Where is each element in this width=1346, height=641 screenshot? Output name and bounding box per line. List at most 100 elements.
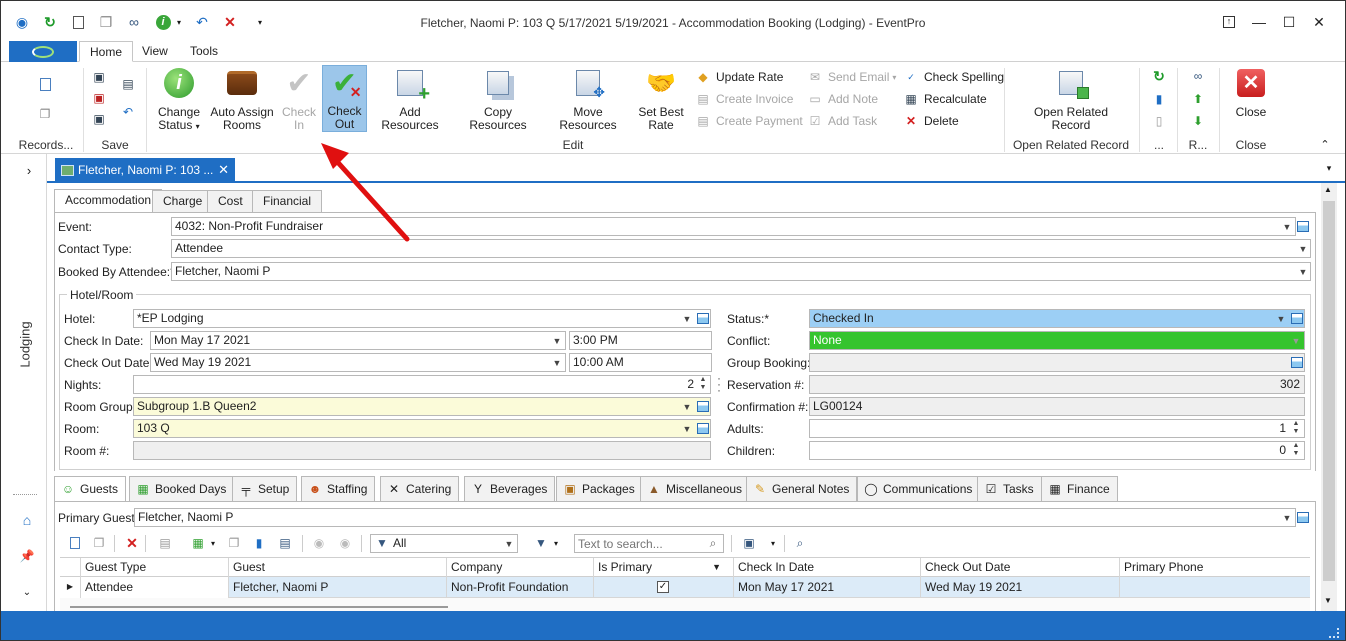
chevron-down-icon[interactable]: ▼ xyxy=(1274,310,1288,327)
horizontal-scrollbar-thumb[interactable] xyxy=(70,606,448,608)
create-invoice-button[interactable]: ▤ Create Invoice xyxy=(695,90,793,108)
close-button[interactable]: ✕ Close xyxy=(1227,66,1275,119)
room-field[interactable]: 103 Q xyxy=(133,419,711,438)
tab-tools[interactable]: Tools xyxy=(180,41,228,62)
lookup-icon[interactable] xyxy=(1289,310,1305,327)
tab-home[interactable]: Home xyxy=(79,41,134,62)
tab-accommodation[interactable]: Accommodation xyxy=(54,189,163,212)
booked-by-field[interactable]: Fletcher, Naomi P xyxy=(171,262,1311,281)
document-tab[interactable]: Fletcher, Naomi P: 103 ... ✕ xyxy=(55,158,235,182)
tab-list-dropdown-icon[interactable]: ▾ xyxy=(1321,160,1337,176)
cell-guest[interactable]: Fletcher, Naomi P xyxy=(229,577,447,598)
new-icon[interactable] xyxy=(37,76,53,92)
grid-save-icon[interactable]: ▣ xyxy=(741,535,757,551)
adults-spinner[interactable]: ▲ ▼ xyxy=(1289,420,1303,437)
children-field[interactable]: 0 xyxy=(809,441,1305,460)
scroll-down-arrow-icon[interactable]: ▼ xyxy=(1324,596,1332,605)
search-icon[interactable]: ⌕ xyxy=(705,535,721,551)
filter-select[interactable]: All xyxy=(370,534,518,553)
move-resources-button[interactable]: ✥ Move Resources xyxy=(546,66,630,132)
splitter-grip[interactable] xyxy=(13,494,37,496)
lookup-icon[interactable] xyxy=(1289,354,1305,371)
dropdown-arrow-icon[interactable]: ▾ xyxy=(548,535,564,551)
lookup-icon[interactable] xyxy=(1295,218,1311,235)
check-out-date-field[interactable]: Wed May 19 2021 xyxy=(150,353,566,372)
grid-copy-rows-icon[interactable]: ❐ xyxy=(226,535,242,551)
horizontal-scrollbar[interactable] xyxy=(60,598,1310,611)
grid-copy-icon[interactable]: ❐ xyxy=(91,535,107,551)
lookup-icon[interactable] xyxy=(695,398,711,415)
tab-charge[interactable]: Charge xyxy=(152,190,214,212)
grid-new-icon[interactable] xyxy=(67,535,83,551)
check-in-time-field[interactable]: 3:00 PM xyxy=(569,331,712,350)
home-icon[interactable]: ⌂ xyxy=(19,512,35,528)
grid-prev-icon[interactable]: ◉ xyxy=(311,535,327,551)
hotel-field[interactable]: *EP Lodging xyxy=(133,309,711,328)
close-tab-icon[interactable]: ✕ xyxy=(218,162,229,178)
grid-find-icon[interactable]: ⌕ xyxy=(792,535,808,551)
revert-icon[interactable]: ↶ xyxy=(120,104,136,120)
lookup-icon[interactable] xyxy=(695,420,711,437)
previous-record-icon[interactable]: ⬆ xyxy=(1190,91,1206,107)
scroll-up-icon[interactable]: ▲ xyxy=(1324,185,1332,194)
adults-field[interactable]: 1 xyxy=(809,419,1305,438)
recalculate-button[interactable]: ▦ Recalculate xyxy=(903,90,986,108)
find-icon[interactable]: ∞ xyxy=(1190,68,1206,84)
minimize-button[interactable]: — xyxy=(1244,11,1274,33)
tab-general-notes[interactable]: ✎ General Notes xyxy=(746,476,858,501)
table-row[interactable]: ▶ Attendee Fletcher, Naomi P Non-Profit … xyxy=(60,577,1310,598)
chevron-down-icon[interactable]: ▼ xyxy=(1280,509,1294,526)
tab-tasks[interactable]: ☑ Tasks xyxy=(977,476,1042,501)
check-in-date-field[interactable]: Mon May 17 2021 xyxy=(150,331,566,350)
column-header-is-primary[interactable]: Is Primary ▼ xyxy=(594,558,734,578)
save-all-icon[interactable]: ▤ xyxy=(120,76,136,92)
tab-view[interactable]: View xyxy=(132,41,178,62)
tab-catering[interactable]: ✕ Catering xyxy=(380,476,460,501)
column-header-guest-type[interactable]: Guest Type xyxy=(81,558,229,578)
cell-primary-phone[interactable] xyxy=(1120,577,1310,598)
status-field[interactable]: Checked In xyxy=(809,309,1305,328)
column-header-check-in-date[interactable]: Check In Date xyxy=(734,558,921,578)
expand-panel-icon[interactable]: › xyxy=(21,162,37,178)
reservation-field[interactable]: 302 xyxy=(809,375,1305,394)
grid-edit-icon[interactable]: ▤ xyxy=(157,535,173,551)
scroll-down-icon[interactable]: ⌄ xyxy=(19,584,35,600)
scrollbar-thumb[interactable] xyxy=(1323,201,1335,581)
save-icon[interactable]: ▣ xyxy=(91,69,107,85)
tab-financial[interactable]: Financial xyxy=(252,190,323,212)
room-number-field[interactable] xyxy=(133,441,711,460)
tab-communications[interactable]: ◯ Communications xyxy=(857,476,981,501)
chevron-down-icon[interactable]: ▼ xyxy=(1296,263,1310,280)
update-rate-button[interactable]: ◆ Update Rate xyxy=(695,68,783,86)
nights-spinner[interactable]: ▲ ▼ xyxy=(696,376,710,393)
clipboard-icon[interactable]: ▯ xyxy=(1151,113,1167,129)
cell-guest-type[interactable]: Attendee xyxy=(81,577,229,598)
grid-view-icon[interactable]: ▦ xyxy=(190,535,206,551)
delete-button[interactable]: ✕ Delete xyxy=(903,112,959,130)
tab-setup[interactable]: ╤ Setup xyxy=(232,476,298,501)
copy-resources-button[interactable]: Copy Resources xyxy=(456,66,540,132)
set-best-rate-button[interactable]: 🤝 Set Best Rate xyxy=(637,66,685,132)
splitter-grip[interactable]: · · · xyxy=(717,372,721,396)
lookup-icon[interactable] xyxy=(695,310,711,327)
chevron-down-icon[interactable]: ▼ xyxy=(550,332,564,349)
next-record-icon[interactable]: ⬇ xyxy=(1190,113,1206,129)
grid-next-icon[interactable]: ◉ xyxy=(337,535,353,551)
children-spinner[interactable]: ▲ ▼ xyxy=(1289,442,1303,459)
grid-delete-icon[interactable]: ✕ xyxy=(124,535,140,551)
cell-is-primary[interactable]: ✓ xyxy=(594,577,734,598)
vertical-scrollbar[interactable]: ▲ ▼ xyxy=(1321,183,1337,611)
cell-company[interactable]: Non-Profit Foundation xyxy=(447,577,594,598)
column-header-check-out-date[interactable]: Check Out Date xyxy=(921,558,1120,578)
auto-assign-rooms-button[interactable]: Auto Assign Rooms xyxy=(210,66,274,132)
filter-options-icon[interactable]: ▼ xyxy=(533,535,549,551)
tab-beverages[interactable]: Y Beverages xyxy=(464,476,556,501)
dropdown-arrow-icon[interactable]: ▾ xyxy=(765,535,781,551)
confirmation-field[interactable]: LG00124 xyxy=(809,397,1305,416)
chevron-down-icon[interactable]: ▼ xyxy=(1296,240,1310,257)
save-new-icon[interactable]: ▣ xyxy=(91,111,107,127)
chevron-down-icon[interactable]: ▼ xyxy=(680,310,694,327)
alert-icon[interactable]: ▮ xyxy=(1151,91,1167,107)
tab-staffing[interactable]: ☻ Staffing xyxy=(301,476,376,501)
tab-packages[interactable]: ▣ Packages xyxy=(556,476,643,501)
